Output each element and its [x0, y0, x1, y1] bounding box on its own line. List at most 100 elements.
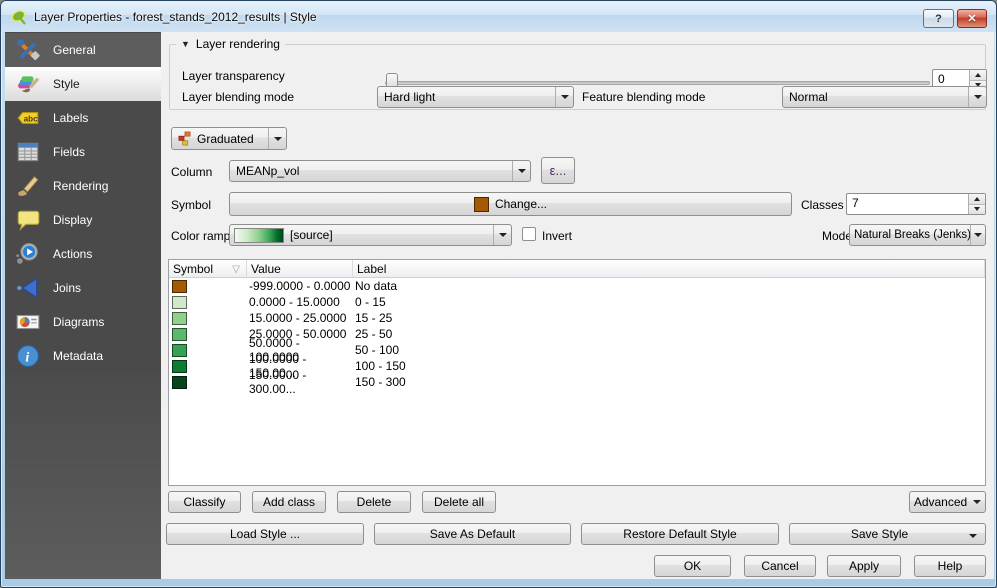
sidebar-item-joins[interactable]: Joins	[5, 271, 161, 305]
save-style-button[interactable]: Save Style	[789, 523, 986, 545]
load-style-button[interactable]: Load Style ...	[166, 523, 364, 545]
sidebar-item-diagrams[interactable]: Diagrams	[5, 305, 161, 339]
advanced-button[interactable]: Advanced	[909, 491, 986, 513]
cancel-button[interactable]: Cancel	[744, 555, 816, 577]
sidebar-item-actions[interactable]: Actions	[5, 237, 161, 271]
sidebar-item-label: Diagrams	[53, 315, 104, 329]
column-header-symbol[interactable]: Symbol ▽	[169, 260, 247, 277]
layer-blending-combo[interactable]: Hard light	[377, 86, 574, 108]
class-symbol-swatch[interactable]	[172, 344, 187, 357]
transparency-slider-track[interactable]	[385, 81, 930, 85]
table-header-row: Symbol ▽ Value Label	[169, 260, 985, 278]
column-header-value[interactable]: Value	[247, 260, 353, 277]
add-class-button[interactable]: Add class	[252, 491, 326, 513]
class-symbol-swatch[interactable]	[172, 376, 187, 389]
symbol-label: Symbol	[171, 198, 211, 212]
expression-builder-button[interactable]: ε...	[541, 157, 575, 184]
chevron-down-icon	[968, 87, 986, 107]
close-icon[interactable]: ✕	[957, 9, 987, 28]
sidebar-item-labels[interactable]: abc Labels	[5, 101, 161, 135]
advanced-label: Advanced	[914, 495, 967, 509]
chevron-down-icon	[512, 161, 530, 181]
column-header-label[interactable]: Label	[353, 260, 985, 277]
svg-text:abc: abc	[24, 114, 38, 123]
save-as-default-button[interactable]: Save As Default	[374, 523, 571, 545]
restore-default-style-button[interactable]: Restore Default Style	[581, 523, 779, 545]
titlebar[interactable]: Layer Properties - forest_stands_2012_re…	[1, 1, 996, 32]
sidebar-item-rendering[interactable]: Rendering	[5, 169, 161, 203]
sidebar-item-general[interactable]: General	[5, 33, 161, 67]
join-arrow-icon	[15, 275, 41, 301]
classify-button[interactable]: Classify	[168, 491, 241, 513]
sidebar-item-label: Rendering	[53, 179, 108, 193]
label-cell[interactable]: 25 - 50	[353, 327, 985, 341]
paintbrush-layers-icon	[15, 71, 41, 97]
delete-button[interactable]: Delete	[337, 491, 411, 513]
abc-tag-icon: abc	[15, 105, 41, 131]
classes-table[interactable]: Symbol ▽ Value Label -999.0000 - 0.0000 …	[168, 259, 986, 486]
titlebar-help-button[interactable]: ?	[923, 9, 954, 28]
feature-blending-combo[interactable]: Normal	[782, 86, 987, 108]
label-cell[interactable]: 0 - 15	[353, 295, 985, 309]
sidebar-item-metadata[interactable]: i Metadata	[5, 339, 161, 373]
column-combo[interactable]: MEANp_vol	[229, 160, 531, 182]
class-symbol-swatch[interactable]	[172, 280, 187, 293]
layer-blending-value: Hard light	[378, 90, 555, 104]
sidebar-item-label: Fields	[53, 145, 85, 159]
qgis-logo-icon	[10, 8, 28, 26]
ok-button[interactable]: OK	[654, 555, 731, 577]
layer-rendering-header[interactable]: ▼ Layer rendering	[176, 37, 285, 51]
value-cell[interactable]: 0.0000 - 15.0000	[247, 295, 353, 309]
table-row[interactable]: 0.0000 - 15.0000 0 - 15	[169, 294, 985, 310]
class-symbol-swatch[interactable]	[172, 360, 187, 373]
class-symbol-swatch[interactable]	[172, 296, 187, 309]
save-style-label: Save Style	[790, 527, 969, 541]
apply-button[interactable]: Apply	[827, 555, 901, 577]
classes-label: Classes	[801, 198, 844, 212]
value-cell[interactable]: -999.0000 - 0.0000	[247, 279, 353, 293]
collapse-triangle-icon[interactable]: ▼	[181, 39, 190, 49]
renderer-type-value: Graduated	[197, 132, 268, 146]
mode-value: Natural Breaks (Jenks)	[850, 229, 970, 241]
table-icon	[15, 139, 41, 165]
sidebar-item-display[interactable]: Display	[5, 203, 161, 237]
window-title: Layer Properties - forest_stands_2012_re…	[34, 10, 317, 24]
label-cell[interactable]: 50 - 100	[353, 343, 985, 357]
mode-combo[interactable]: Natural Breaks (Jenks)	[849, 224, 986, 246]
sidebar-item-style[interactable]: Style	[5, 67, 161, 101]
value-cell[interactable]: 15.0000 - 25.0000	[247, 311, 353, 325]
chevron-down-icon	[973, 500, 981, 504]
spin-up-icon[interactable]	[969, 194, 985, 205]
color-ramp-combo[interactable]: [source]	[229, 224, 512, 246]
classes-spinbox[interactable]: 7	[846, 193, 986, 215]
sidebar-item-label: Metadata	[53, 349, 103, 363]
gear-play-icon	[15, 241, 41, 267]
class-symbol-swatch[interactable]	[172, 312, 187, 325]
label-cell[interactable]: No data	[353, 279, 985, 293]
label-cell[interactable]: 15 - 25	[353, 311, 985, 325]
spin-up-icon[interactable]	[970, 70, 986, 81]
sort-indicator-icon: ▽	[232, 264, 240, 275]
help-button[interactable]: Help	[914, 555, 986, 577]
feature-blending-label: Feature blending mode	[582, 90, 705, 104]
spin-down-icon[interactable]	[969, 205, 985, 215]
label-cell[interactable]: 100 - 150	[353, 359, 985, 373]
sidebar-item-fields[interactable]: Fields	[5, 135, 161, 169]
column-label: Column	[171, 165, 212, 179]
brush-icon	[15, 173, 41, 199]
change-symbol-button[interactable]: Change...	[229, 192, 792, 216]
renderer-type-combo[interactable]: Graduated	[171, 127, 287, 150]
table-row[interactable]: 150.0000 - 300.00... 150 - 300	[169, 374, 985, 390]
mode-label: Mode	[822, 229, 852, 243]
value-cell[interactable]: 150.0000 - 300.00...	[247, 368, 353, 396]
delete-all-button[interactable]: Delete all	[422, 491, 496, 513]
invert-checkbox[interactable]	[522, 227, 536, 241]
info-icon: i	[15, 343, 41, 369]
table-row[interactable]: 15.0000 - 25.0000 15 - 25	[169, 310, 985, 326]
color-ramp-label: Color ramp	[171, 229, 230, 243]
pie-chart-icon	[15, 309, 41, 335]
column-value: MEANp_vol	[230, 164, 512, 178]
class-symbol-swatch[interactable]	[172, 328, 187, 341]
table-row[interactable]: -999.0000 - 0.0000 No data	[169, 278, 985, 294]
label-cell[interactable]: 150 - 300	[353, 375, 985, 389]
